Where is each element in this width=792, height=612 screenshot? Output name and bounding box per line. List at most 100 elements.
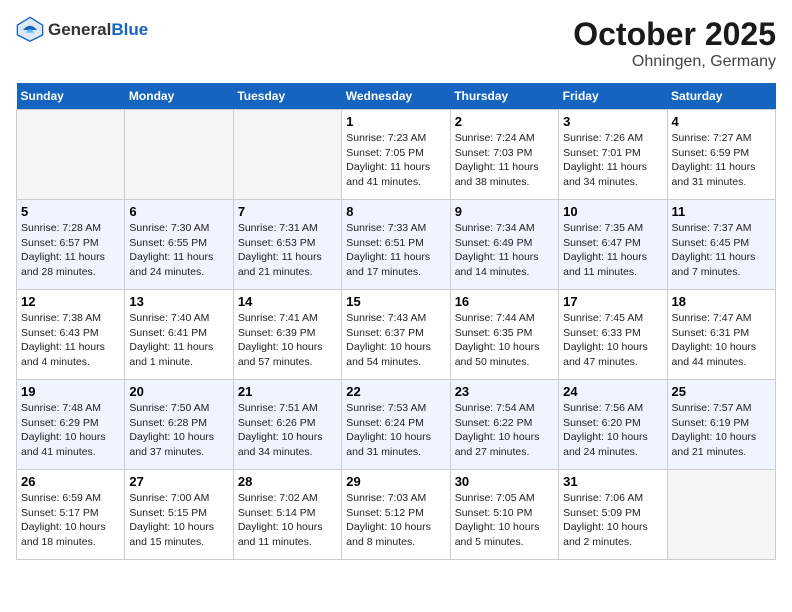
day-info: Sunrise: 7:03 AM Sunset: 5:12 PM Dayligh… bbox=[346, 491, 445, 550]
day-number: 19 bbox=[21, 384, 120, 399]
header-row: SundayMondayTuesdayWednesdayThursdayFrid… bbox=[17, 83, 776, 110]
calendar-cell: 18 Sunrise: 7:47 AM Sunset: 6:31 PM Dayli… bbox=[667, 290, 775, 380]
day-number: 29 bbox=[346, 474, 445, 489]
calendar-cell: 4 Sunrise: 7:27 AM Sunset: 6:59 PM Daylig… bbox=[667, 110, 775, 200]
week-row-3: 12 Sunrise: 7:38 AM Sunset: 6:43 PM Dayli… bbox=[17, 290, 776, 380]
day-number: 6 bbox=[129, 204, 228, 219]
day-info: Sunrise: 7:40 AM Sunset: 6:41 PM Dayligh… bbox=[129, 311, 228, 370]
day-info: Sunrise: 7:28 AM Sunset: 6:57 PM Dayligh… bbox=[21, 221, 120, 280]
week-row-4: 19 Sunrise: 7:48 AM Sunset: 6:29 PM Dayli… bbox=[17, 380, 776, 470]
calendar-cell: 2 Sunrise: 7:24 AM Sunset: 7:03 PM Daylig… bbox=[450, 110, 558, 200]
day-info: Sunrise: 7:26 AM Sunset: 7:01 PM Dayligh… bbox=[563, 131, 662, 190]
logo: GeneralBlue bbox=[16, 16, 148, 44]
day-number: 15 bbox=[346, 294, 445, 309]
day-number: 13 bbox=[129, 294, 228, 309]
day-info: Sunrise: 7:38 AM Sunset: 6:43 PM Dayligh… bbox=[21, 311, 120, 370]
calendar-body: 1Sunrise: 7:23 AM Sunset: 7:05 PM Daylig… bbox=[17, 110, 776, 560]
calendar-cell: 7Sunrise: 7:31 AM Sunset: 6:53 PM Daylig… bbox=[233, 200, 341, 290]
calendar-cell: 11 Sunrise: 7:37 AM Sunset: 6:45 PM Dayli… bbox=[667, 200, 775, 290]
day-number: 4 bbox=[672, 114, 771, 129]
day-info: Sunrise: 7:37 AM Sunset: 6:45 PM Dayligh… bbox=[672, 221, 771, 280]
calendar-cell: 14Sunrise: 7:41 AM Sunset: 6:39 PM Dayli… bbox=[233, 290, 341, 380]
calendar-cell: 23 Sunrise: 7:54 AM Sunset: 6:22 PM Dayli… bbox=[450, 380, 558, 470]
calendar-cell: 31Sunrise: 7:06 AM Sunset: 5:09 PM Dayli… bbox=[559, 470, 667, 560]
calendar-cell: 25Sunrise: 7:57 AM Sunset: 6:19 PM Dayli… bbox=[667, 380, 775, 470]
day-info: Sunrise: 7:57 AM Sunset: 6:19 PM Dayligh… bbox=[672, 401, 771, 460]
header-cell-monday: Monday bbox=[125, 83, 233, 110]
calendar-cell: 26 Sunrise: 6:59 AM Sunset: 5:17 PM Dayli… bbox=[17, 470, 125, 560]
day-number: 3 bbox=[563, 114, 662, 129]
calendar-cell: 27 Sunrise: 7:00 AM Sunset: 5:15 PM Dayli… bbox=[125, 470, 233, 560]
calendar-cell: 20Sunrise: 7:50 AM Sunset: 6:28 PM Dayli… bbox=[125, 380, 233, 470]
calendar-header: SundayMondayTuesdayWednesdayThursdayFrid… bbox=[17, 83, 776, 110]
day-info: Sunrise: 7:30 AM Sunset: 6:55 PM Dayligh… bbox=[129, 221, 228, 280]
day-number: 31 bbox=[563, 474, 662, 489]
day-number: 18 bbox=[672, 294, 771, 309]
calendar-cell: 8Sunrise: 7:33 AM Sunset: 6:51 PM Daylig… bbox=[342, 200, 450, 290]
calendar-cell: 16Sunrise: 7:44 AM Sunset: 6:35 PM Dayli… bbox=[450, 290, 558, 380]
day-info: Sunrise: 7:34 AM Sunset: 6:49 PM Dayligh… bbox=[455, 221, 554, 280]
day-number: 12 bbox=[21, 294, 120, 309]
day-number: 10 bbox=[563, 204, 662, 219]
day-info: Sunrise: 7:54 AM Sunset: 6:22 PM Dayligh… bbox=[455, 401, 554, 460]
calendar-cell: 13 Sunrise: 7:40 AM Sunset: 6:41 PM Dayli… bbox=[125, 290, 233, 380]
day-number: 27 bbox=[129, 474, 228, 489]
calendar-cell: 12 Sunrise: 7:38 AM Sunset: 6:43 PM Dayli… bbox=[17, 290, 125, 380]
day-number: 21 bbox=[238, 384, 337, 399]
logo-text: GeneralBlue bbox=[48, 20, 148, 40]
calendar-cell bbox=[233, 110, 341, 200]
calendar-cell bbox=[17, 110, 125, 200]
day-number: 5 bbox=[21, 204, 120, 219]
day-number: 26 bbox=[21, 474, 120, 489]
calendar-table: SundayMondayTuesdayWednesdayThursdayFrid… bbox=[16, 83, 776, 560]
calendar-cell: 9Sunrise: 7:34 AM Sunset: 6:49 PM Daylig… bbox=[450, 200, 558, 290]
header-cell-saturday: Saturday bbox=[667, 83, 775, 110]
day-info: Sunrise: 7:05 AM Sunset: 5:10 PM Dayligh… bbox=[455, 491, 554, 550]
day-info: Sunrise: 7:51 AM Sunset: 6:26 PM Dayligh… bbox=[238, 401, 337, 460]
calendar-cell: 30 Sunrise: 7:05 AM Sunset: 5:10 PM Dayli… bbox=[450, 470, 558, 560]
week-row-5: 26 Sunrise: 6:59 AM Sunset: 5:17 PM Dayli… bbox=[17, 470, 776, 560]
header-cell-friday: Friday bbox=[559, 83, 667, 110]
day-info: Sunrise: 7:43 AM Sunset: 6:37 PM Dayligh… bbox=[346, 311, 445, 370]
logo-icon bbox=[16, 16, 44, 44]
day-number: 22 bbox=[346, 384, 445, 399]
day-info: Sunrise: 6:59 AM Sunset: 5:17 PM Dayligh… bbox=[21, 491, 120, 550]
day-info: Sunrise: 7:44 AM Sunset: 6:35 PM Dayligh… bbox=[455, 311, 554, 370]
page-header: GeneralBlue October 2025 Ohningen, Germa… bbox=[16, 16, 776, 71]
header-cell-thursday: Thursday bbox=[450, 83, 558, 110]
calendar-cell: 28 Sunrise: 7:02 AM Sunset: 5:14 PM Dayli… bbox=[233, 470, 341, 560]
day-info: Sunrise: 7:56 AM Sunset: 6:20 PM Dayligh… bbox=[563, 401, 662, 460]
header-cell-wednesday: Wednesday bbox=[342, 83, 450, 110]
header-cell-sunday: Sunday bbox=[17, 83, 125, 110]
calendar-cell: 29 Sunrise: 7:03 AM Sunset: 5:12 PM Dayli… bbox=[342, 470, 450, 560]
calendar-cell: 5 Sunrise: 7:28 AM Sunset: 6:57 PM Daylig… bbox=[17, 200, 125, 290]
title-block: October 2025 Ohningen, Germany bbox=[573, 16, 776, 71]
day-info: Sunrise: 7:00 AM Sunset: 5:15 PM Dayligh… bbox=[129, 491, 228, 550]
location: Ohningen, Germany bbox=[573, 53, 776, 71]
day-info: Sunrise: 7:24 AM Sunset: 7:03 PM Dayligh… bbox=[455, 131, 554, 190]
day-info: Sunrise: 7:33 AM Sunset: 6:51 PM Dayligh… bbox=[346, 221, 445, 280]
day-info: Sunrise: 7:50 AM Sunset: 6:28 PM Dayligh… bbox=[129, 401, 228, 460]
day-number: 17 bbox=[563, 294, 662, 309]
day-number: 23 bbox=[455, 384, 554, 399]
calendar-cell: 15 Sunrise: 7:43 AM Sunset: 6:37 PM Dayli… bbox=[342, 290, 450, 380]
calendar-cell: 3 Sunrise: 7:26 AM Sunset: 7:01 PM Daylig… bbox=[559, 110, 667, 200]
day-number: 11 bbox=[672, 204, 771, 219]
day-info: Sunrise: 7:48 AM Sunset: 6:29 PM Dayligh… bbox=[21, 401, 120, 460]
day-number: 30 bbox=[455, 474, 554, 489]
day-number: 24 bbox=[563, 384, 662, 399]
day-info: Sunrise: 7:35 AM Sunset: 6:47 PM Dayligh… bbox=[563, 221, 662, 280]
day-number: 1 bbox=[346, 114, 445, 129]
week-row-1: 1Sunrise: 7:23 AM Sunset: 7:05 PM Daylig… bbox=[17, 110, 776, 200]
day-info: Sunrise: 7:47 AM Sunset: 6:31 PM Dayligh… bbox=[672, 311, 771, 370]
day-info: Sunrise: 7:02 AM Sunset: 5:14 PM Dayligh… bbox=[238, 491, 337, 550]
day-info: Sunrise: 7:31 AM Sunset: 6:53 PM Dayligh… bbox=[238, 221, 337, 280]
calendar-cell: 19 Sunrise: 7:48 AM Sunset: 6:29 PM Dayli… bbox=[17, 380, 125, 470]
calendar-cell bbox=[125, 110, 233, 200]
day-info: Sunrise: 7:41 AM Sunset: 6:39 PM Dayligh… bbox=[238, 311, 337, 370]
day-info: Sunrise: 7:27 AM Sunset: 6:59 PM Dayligh… bbox=[672, 131, 771, 190]
day-number: 28 bbox=[238, 474, 337, 489]
calendar-cell: 21 Sunrise: 7:51 AM Sunset: 6:26 PM Dayli… bbox=[233, 380, 341, 470]
day-number: 2 bbox=[455, 114, 554, 129]
month-title: October 2025 bbox=[573, 16, 776, 53]
